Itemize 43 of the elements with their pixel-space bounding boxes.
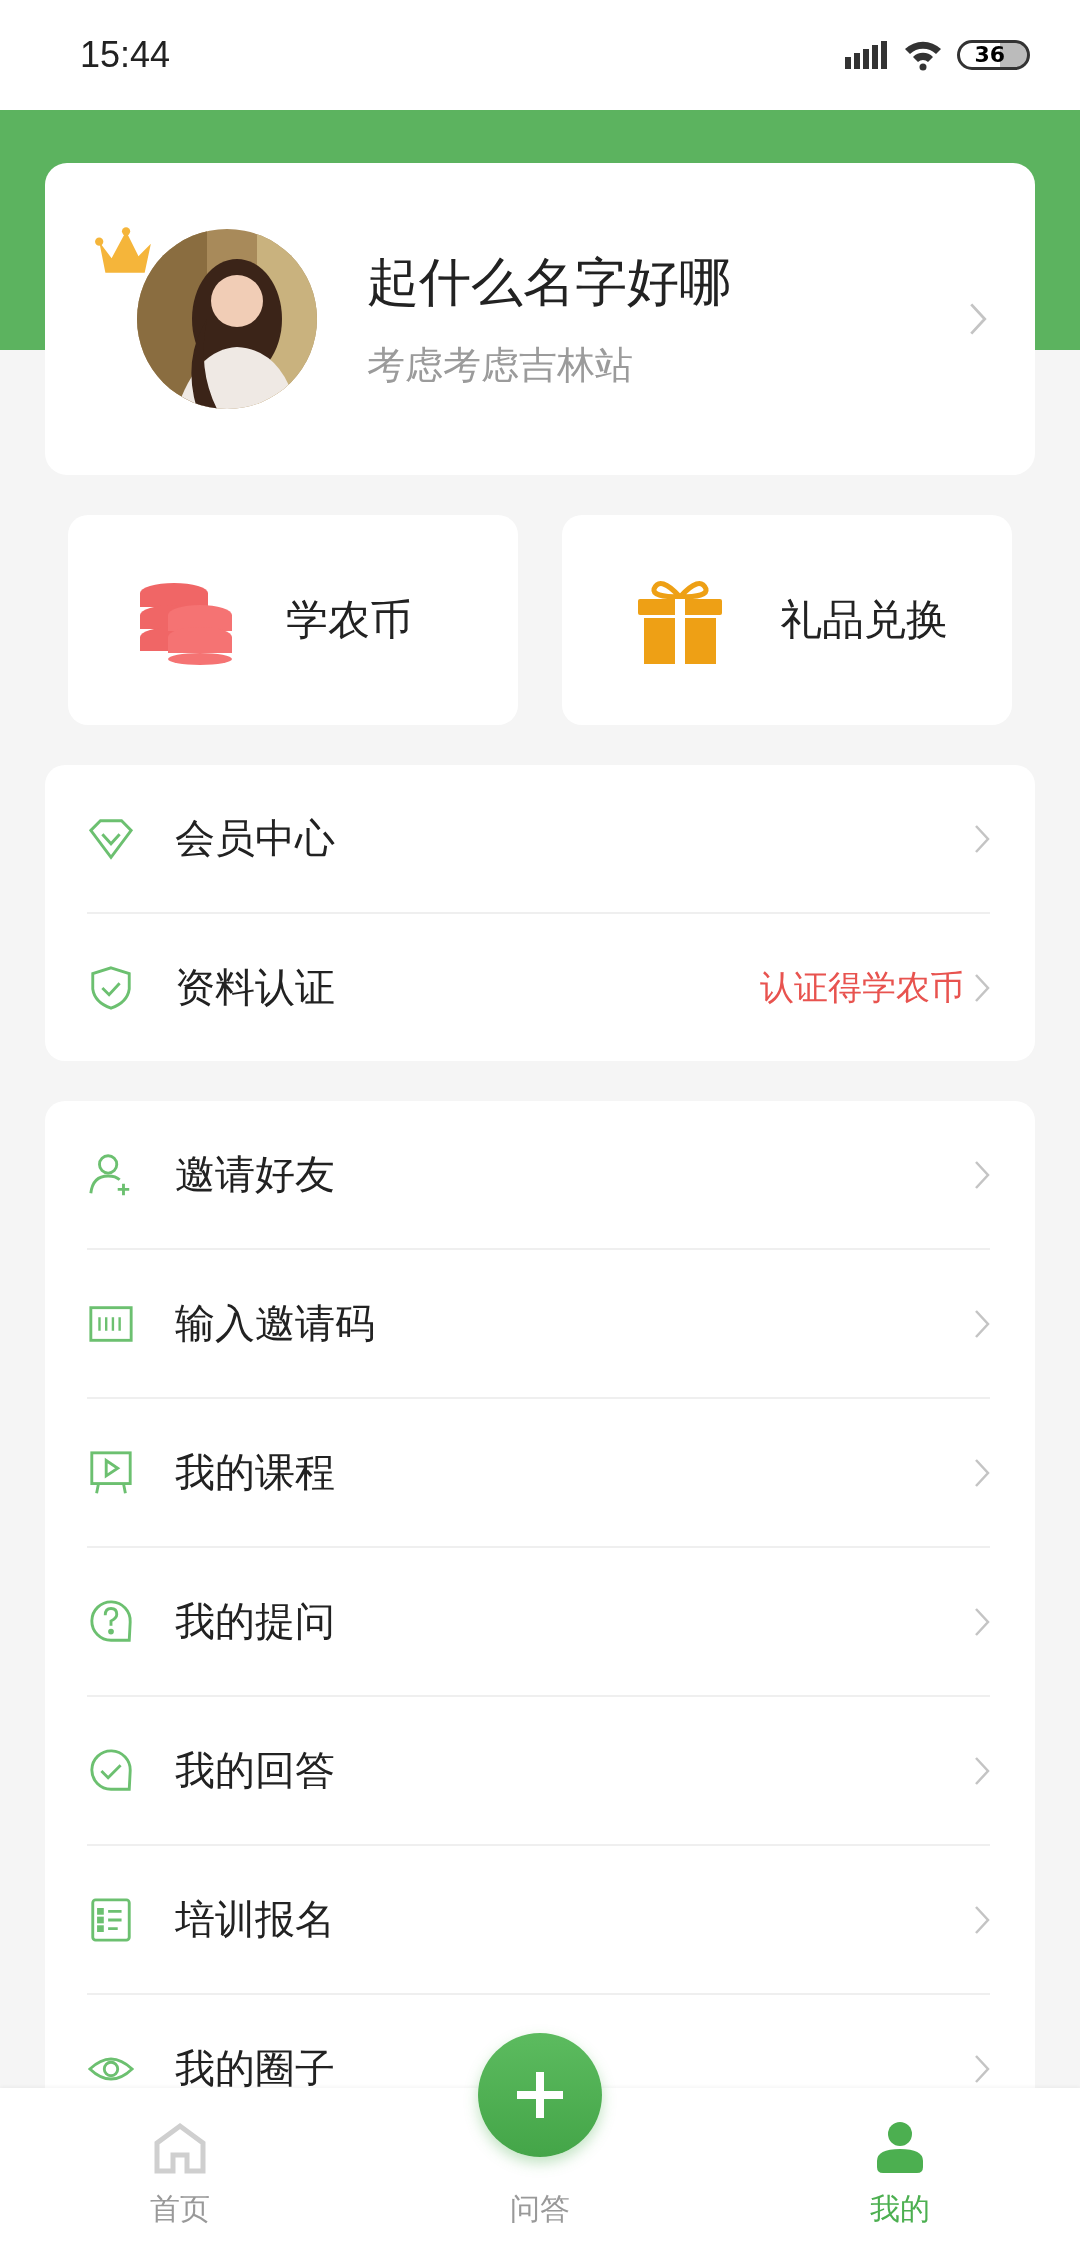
menu-label: 我的提问 xyxy=(175,1597,336,1646)
signal-icon xyxy=(845,41,890,69)
chevron-right-icon xyxy=(974,1159,990,1190)
menu-item[interactable]: 资料认证 认证得学农币 xyxy=(87,914,990,1061)
shortcut-label: 学农币 xyxy=(286,594,412,646)
menu-item[interactable]: 我的回答 xyxy=(87,1697,990,1846)
profile-card[interactable]: 起什么名字好哪 考虑考虑吉林站 xyxy=(45,163,1035,475)
menu-label: 我的回答 xyxy=(175,1746,336,1795)
menu-item[interactable]: 输入邀请码 xyxy=(87,1250,990,1399)
chevron-right-icon xyxy=(969,302,987,336)
add-button[interactable] xyxy=(478,2033,602,2157)
shortcut-card[interactable]: 学农币 xyxy=(68,515,518,725)
menu-label: 我的圈子 xyxy=(175,2044,336,2088)
chevron-right-icon xyxy=(974,823,990,854)
menu-item[interactable]: 会员中心 xyxy=(87,765,990,914)
chevron-right-icon xyxy=(974,1457,990,1488)
user-name: 起什么名字好哪 xyxy=(367,250,732,314)
battery-indicator: 36 xyxy=(957,40,1030,70)
shortcut-card[interactable]: 礼品兑换 xyxy=(562,515,1012,725)
menu-label: 培训报名 xyxy=(175,1895,336,1944)
chevron-right-icon xyxy=(974,1904,990,1935)
menu-item[interactable]: 我的提问 xyxy=(87,1548,990,1697)
menu-label: 会员中心 xyxy=(175,814,336,863)
menu-label: 输入邀请码 xyxy=(175,1299,376,1348)
chevron-right-icon xyxy=(974,1308,990,1339)
shortcut-label: 礼品兑换 xyxy=(780,594,948,646)
chevron-right-icon xyxy=(974,972,990,1003)
chevron-right-icon xyxy=(974,2053,990,2084)
home-icon xyxy=(153,2121,207,2175)
menu-label: 我的课程 xyxy=(175,1448,336,1497)
plus-icon xyxy=(515,2070,565,2120)
menu-note: 认证得学农币 xyxy=(760,965,964,1009)
menu-item[interactable]: 培训报名 xyxy=(87,1846,990,1995)
wifi-icon xyxy=(903,39,944,71)
status-time: 15:44 xyxy=(80,34,171,76)
menu-item[interactable]: 我的课程 xyxy=(87,1399,990,1548)
chevron-right-icon xyxy=(974,1755,990,1786)
user-station: 考虑考虑吉林站 xyxy=(367,341,634,389)
chevron-right-icon xyxy=(974,1606,990,1637)
menu-label: 资料认证 xyxy=(175,963,336,1012)
menu-item[interactable]: 我的圈子 xyxy=(87,1995,990,2088)
menu-label: 邀请好友 xyxy=(175,1150,336,1199)
menu-item[interactable]: 邀请好友 xyxy=(87,1101,990,1250)
